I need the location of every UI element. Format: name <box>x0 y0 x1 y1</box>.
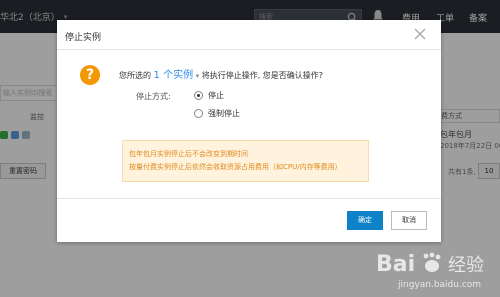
question-warning-icon: ? <box>80 65 100 85</box>
cancel-button[interactable]: 取消 <box>391 211 427 230</box>
question-prefix: 您所选的 <box>119 71 151 80</box>
radio-label: 停止 <box>208 91 224 100</box>
dialog-title: 停止实例 <box>65 33 102 43</box>
radio-option-stop[interactable]: 停止 <box>194 90 224 101</box>
dialog-header: 停止实例 <box>57 20 441 50</box>
stop-instance-dialog: 停止实例 ? 您所选的 1 个实例 ▾ 将执行停止操作, 您是否确认操作? 停止… <box>57 20 441 242</box>
question-suffix: 将执行停止操作, 您是否确认操作? <box>201 71 324 80</box>
instance-count-link[interactable]: 1 个实例 <box>154 70 194 81</box>
stop-mode-label: 停止方式: <box>136 92 171 101</box>
baidu-jingyan-watermark: Bai 经验 jingyan.baidu.com <box>376 252 484 290</box>
radio-label: 强制停止 <box>208 109 240 118</box>
radio-button[interactable] <box>194 91 203 100</box>
confirm-button[interactable]: 确定 <box>347 211 383 230</box>
svg-text:Bai: Bai <box>376 252 415 277</box>
notice-line: 包年包月实例停止后不会改变到期时间 <box>129 150 248 158</box>
close-icon[interactable] <box>413 27 427 41</box>
chevron-down-icon[interactable]: ▾ <box>196 72 200 80</box>
confirm-question: 您所选的 1 个实例 ▾ 将执行停止操作, 您是否确认操作? <box>119 66 323 81</box>
notice-box: 包年包月实例停止后不会改变到期时间 按量付费实例停止后依然会收取资源占用费用（如… <box>122 140 369 182</box>
dialog-footer: 确定 取消 <box>57 198 441 242</box>
radio-option-force-stop[interactable]: 强制停止 <box>194 108 240 119</box>
svg-text:经验: 经验 <box>448 255 484 276</box>
radio-button[interactable] <box>194 109 203 118</box>
notice-line: 按量付费实例停止后依然会收取资源占用费用（如CPU/内存等费用） <box>129 163 342 171</box>
svg-text:jingyan.baidu.com: jingyan.baidu.com <box>397 280 481 290</box>
